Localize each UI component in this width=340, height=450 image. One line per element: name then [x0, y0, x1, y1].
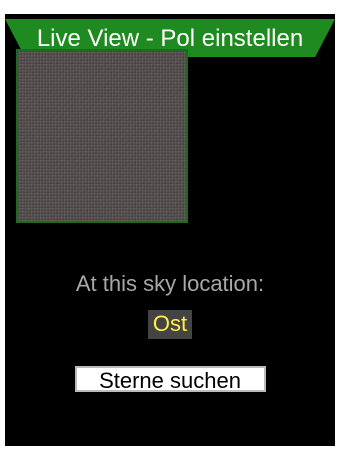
search-button-container: Sterne suchen — [5, 366, 335, 393]
live-view-preview — [16, 49, 188, 223]
sky-location-label: At this sky location: — [75, 271, 265, 296]
search-stars-button[interactable]: Sterne suchen — [74, 366, 266, 393]
direction-container: Ost — [5, 310, 335, 339]
live-view-screen: Live View - Pol einstellen At this sky l… — [5, 14, 335, 446]
direction-value: Ost — [147, 310, 193, 339]
